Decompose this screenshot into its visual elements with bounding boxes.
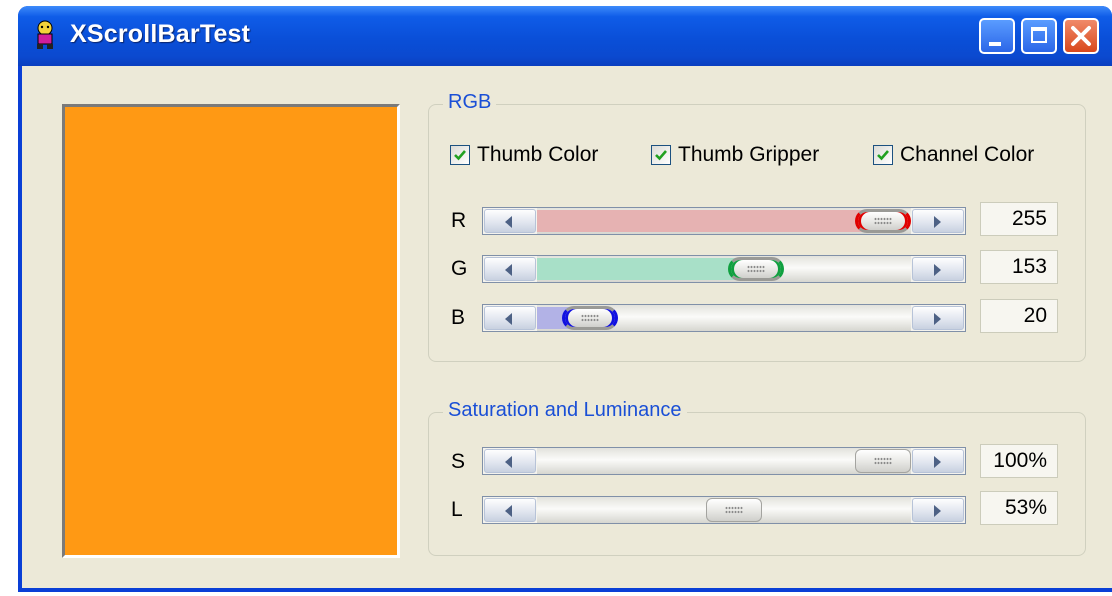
luminance-scrollbar[interactable] [482, 496, 966, 524]
scroll-thumb[interactable] [706, 498, 762, 522]
scroll-left-button[interactable] [484, 449, 536, 473]
checkmark-icon [655, 150, 667, 161]
scroll-right-button[interactable] [912, 257, 964, 281]
channel-color-checkbox[interactable]: Channel Color [873, 142, 1034, 168]
sl-group-title: Saturation and Luminance [443, 399, 687, 422]
rgb-group-title: RGB [443, 91, 497, 114]
green-label: G [451, 257, 468, 280]
maximize-button[interactable] [1021, 18, 1057, 54]
arrow-right-icon [934, 313, 941, 325]
saturation-value: 100% [980, 444, 1058, 478]
arrow-left-icon [505, 456, 512, 468]
blue-label: B [451, 306, 466, 329]
gripper-icon [725, 506, 743, 514]
arrow-left-icon [505, 216, 512, 228]
checkbox-label: Thumb Gripper [678, 143, 820, 166]
window-title: XScrollBarTest [70, 20, 251, 48]
gripper-icon [747, 265, 765, 273]
saturation-scrollbar[interactable] [482, 447, 966, 475]
scroll-right-button[interactable] [912, 306, 964, 330]
checkmark-icon [877, 150, 889, 161]
color-preview [62, 104, 400, 558]
gripper-icon [874, 457, 892, 465]
luminance-label: L [451, 498, 463, 521]
arrow-right-icon [934, 216, 941, 228]
checkbox-label: Thumb Color [477, 143, 599, 166]
scroll-right-button[interactable] [912, 209, 964, 233]
arrow-left-icon [505, 313, 512, 325]
maximize-icon [1031, 27, 1047, 43]
scroll-thumb[interactable] [855, 209, 911, 233]
scroll-track[interactable] [537, 448, 911, 474]
blue-scrollbar[interactable] [482, 304, 966, 332]
scroll-left-button[interactable] [484, 257, 536, 281]
close-button[interactable] [1063, 18, 1099, 54]
gripper-icon [581, 314, 599, 322]
scroll-left-button[interactable] [484, 498, 536, 522]
green-scrollbar[interactable] [482, 255, 966, 283]
red-label: R [451, 209, 467, 232]
scroll-track[interactable] [537, 208, 911, 234]
scroll-track[interactable] [537, 497, 911, 523]
checkbox-box[interactable] [651, 145, 671, 165]
checkbox-box[interactable] [450, 145, 470, 165]
arrow-right-icon [934, 264, 941, 276]
scroll-right-button[interactable] [912, 449, 964, 473]
checkbox-box[interactable] [873, 145, 893, 165]
channel-fill [537, 258, 756, 280]
saturation-luminance-group: Saturation and Luminance [428, 399, 1086, 556]
channel-fill [537, 210, 883, 232]
close-icon [1071, 26, 1091, 46]
arrow-left-icon [505, 505, 512, 517]
red-value: 255 [980, 202, 1058, 236]
green-value: 153 [980, 250, 1058, 284]
scroll-track[interactable] [537, 305, 911, 331]
arrow-right-icon [934, 505, 941, 517]
scroll-thumb[interactable] [855, 449, 911, 473]
scroll-thumb[interactable] [728, 257, 784, 281]
saturation-label: S [451, 450, 466, 473]
scroll-track[interactable] [537, 256, 911, 282]
scroll-left-button[interactable] [484, 306, 536, 330]
red-scrollbar[interactable] [482, 207, 966, 235]
scroll-thumb[interactable] [562, 306, 618, 330]
gripper-icon [874, 217, 892, 225]
scroll-left-button[interactable] [484, 209, 536, 233]
scroll-right-button[interactable] [912, 498, 964, 522]
luminance-value: 53% [980, 491, 1058, 525]
minimize-icon [989, 42, 1001, 46]
blue-value: 20 [980, 299, 1058, 333]
thumb-gripper-checkbox[interactable]: Thumb Gripper [651, 142, 819, 168]
title-bar[interactable]: XScrollBarTest [18, 6, 1112, 66]
checkbox-label: Channel Color [900, 143, 1035, 166]
minimize-button[interactable] [979, 18, 1015, 54]
app-icon [37, 20, 53, 49]
thumb-color-checkbox[interactable]: Thumb Color [450, 142, 598, 168]
arrow-right-icon [934, 456, 941, 468]
checkmark-icon [454, 150, 466, 161]
arrow-left-icon [505, 264, 512, 276]
